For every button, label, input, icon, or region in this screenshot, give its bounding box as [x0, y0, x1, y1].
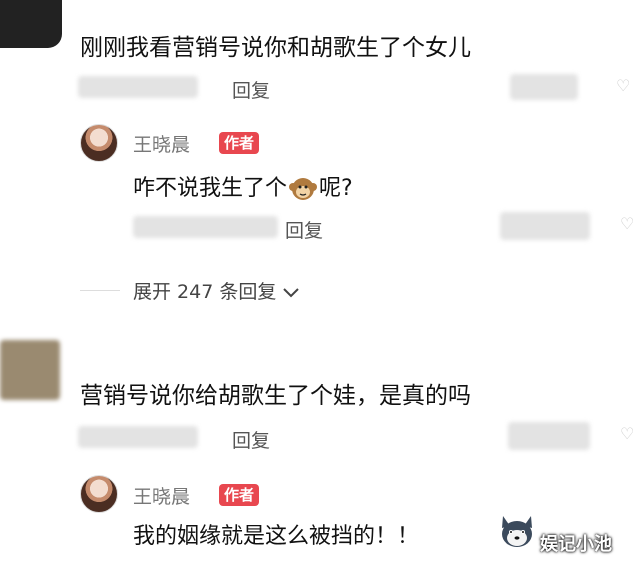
reply-text: 我的姻缘就是这么被挡的！！	[133, 518, 419, 550]
heart-icon[interactable]: ♡	[616, 76, 630, 95]
heart-icon[interactable]: ♡	[620, 424, 634, 443]
expand-replies-button[interactable]: 展开 247 条回复	[133, 277, 300, 304]
reply-button[interactable]: 回复	[285, 216, 323, 243]
reply-text: 咋不说我生了个 呢?	[133, 170, 353, 203]
blurred-meta	[78, 426, 198, 448]
expand-divider	[80, 290, 120, 291]
avatar[interactable]	[80, 475, 118, 513]
reply-text-after: 呢?	[319, 176, 353, 201]
comment-text: 营销号说你给胡歌生了个娃，是真的吗	[80, 383, 471, 409]
reply-text-before: 咋不说我生了个	[133, 176, 288, 201]
husky-dog-icon	[498, 512, 536, 550]
author-name[interactable]: 王晓晨	[133, 482, 190, 509]
blurred-like	[510, 74, 578, 100]
blurred-like	[508, 422, 590, 450]
blurred-like	[500, 212, 590, 240]
heart-icon[interactable]: ♡	[620, 214, 634, 233]
comment-text: 刚刚我看营销号说你和胡歌生了个女儿	[80, 35, 471, 61]
monkey-icon	[287, 175, 319, 203]
chevron-down-icon	[282, 282, 300, 304]
reply-text-body: 我的姻缘就是这么被挡的！！	[133, 524, 420, 549]
blurred-meta	[78, 76, 198, 98]
avatar[interactable]	[80, 124, 118, 162]
reply-button[interactable]: 回复	[232, 76, 270, 103]
watermark: 娱记小池	[540, 530, 612, 556]
blurred-meta	[133, 216, 278, 238]
reply-button[interactable]: 回复	[232, 426, 270, 453]
blurred-avatar	[0, 0, 62, 48]
author-name[interactable]: 王晓晨	[133, 130, 190, 157]
blurred-avatar	[0, 340, 60, 400]
author-badge: 作者	[219, 132, 260, 154]
author-badge: 作者	[219, 484, 260, 506]
expand-label: 展开 247 条回复	[133, 281, 277, 303]
watermark-text: 娱记小池	[540, 534, 612, 555]
